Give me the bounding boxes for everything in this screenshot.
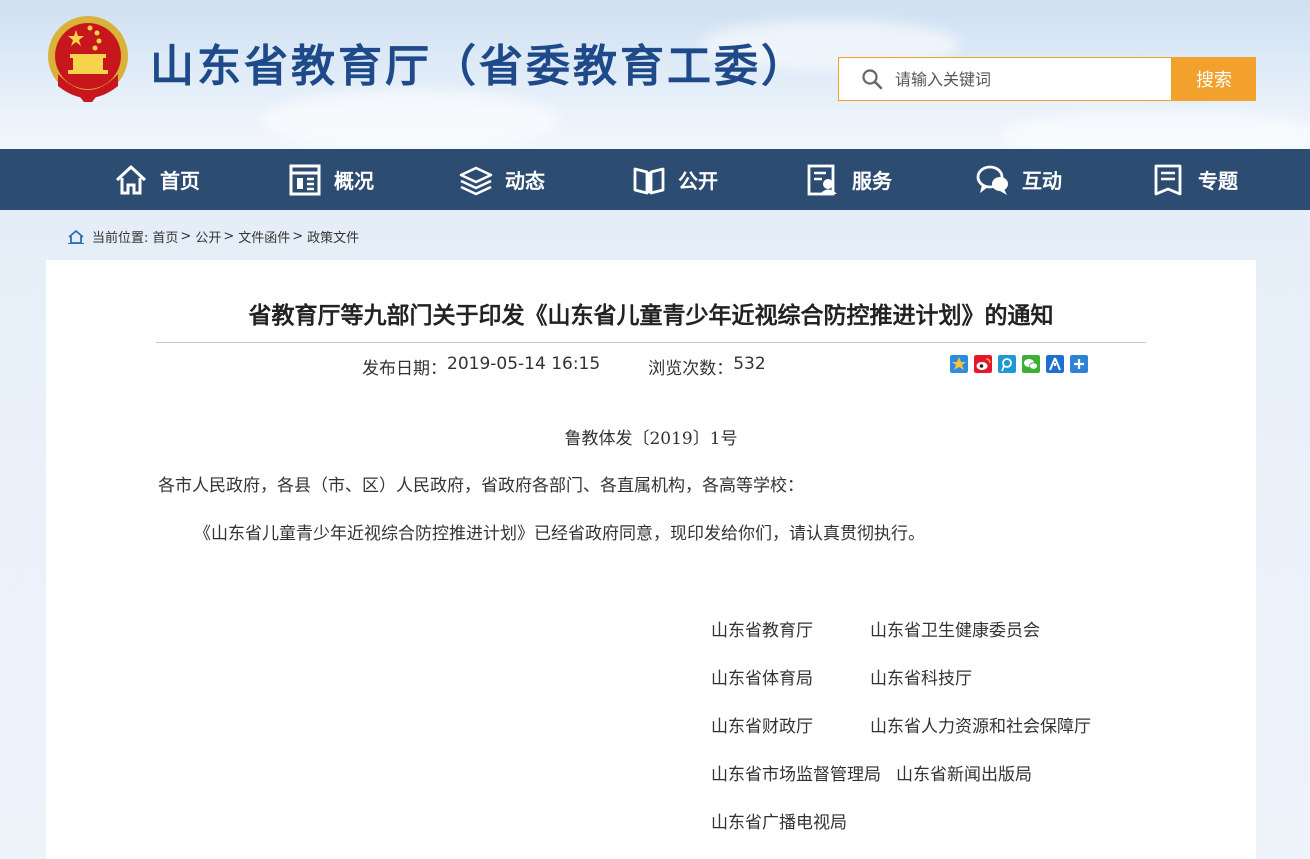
home-icon — [115, 165, 147, 194]
document-number: 鲁教体发〔2019〕1号 — [564, 429, 738, 449]
breadcrumb-policy-link[interactable]: 政策文件 — [307, 227, 359, 246]
nav-item-home[interactable]: 首页 — [114, 149, 200, 210]
signer-name: 山东省教育厅 — [711, 621, 813, 641]
nav-item-open[interactable]: 公开 — [632, 149, 718, 210]
nav-item-label: 概况 — [334, 169, 374, 193]
qzone-icon[interactable] — [950, 355, 968, 373]
more-share-icon[interactable] — [1070, 355, 1088, 373]
nav-item-topic[interactable]: 专题 — [1152, 149, 1238, 210]
search-box — [838, 57, 1172, 101]
share-bar — [950, 355, 1094, 373]
site-header: 山东省教育厅（省委教育工委） 搜索 — [0, 0, 1310, 149]
overview-icon — [289, 164, 321, 195]
breadcrumb-home-link[interactable]: 首页 — [152, 227, 178, 246]
nav-item-label: 互动 — [1022, 169, 1062, 193]
tencent-weibo-icon[interactable] — [998, 355, 1016, 373]
open-book-icon — [633, 167, 665, 194]
nav-item-news[interactable]: 动态 — [459, 149, 545, 210]
nav-item-service[interactable]: 服务 — [806, 149, 892, 210]
nav-item-overview[interactable]: 概况 — [288, 149, 374, 210]
article-card: 省教育厅等九部门关于印发《山东省儿童青少年近视综合防控推进计划》的通知 发布日期… — [46, 260, 1256, 859]
chat-bubble-icon — [976, 165, 1008, 195]
publish-date: 2019-05-14 16:15 — [447, 354, 601, 374]
search-button[interactable]: 搜索 — [1172, 57, 1256, 101]
breadcrumb-home-icon — [68, 229, 84, 244]
breadcrumb-separator: > — [180, 229, 192, 244]
renren-icon[interactable] — [1046, 355, 1064, 373]
nav-item-label: 动态 — [505, 169, 545, 193]
nav-item-label: 首页 — [160, 169, 200, 193]
breadcrumb-prefix: 当前位置: — [92, 231, 149, 246]
site-title: 山东省教育厅（省委教育工委） — [150, 41, 808, 92]
signer-name: 山东省体育局 — [711, 669, 813, 689]
wechat-icon[interactable] — [1022, 355, 1040, 373]
service-icon — [807, 164, 837, 195]
signer-name: 山东省新闻出版局 — [896, 765, 1032, 785]
signer-name: 山东省财政厅 — [711, 717, 813, 737]
signer-name: 山东省广播电视局 — [711, 813, 847, 833]
nav-item-interact[interactable]: 互动 — [976, 149, 1062, 210]
breadcrumb-separator: > — [223, 229, 235, 244]
signer-name: 山东省人力资源和社会保障厅 — [870, 717, 1091, 737]
nav-item-label: 服务 — [852, 169, 892, 193]
breadcrumb: 当前位置: 首页 > 公开 > 文件函件 > 政策文件 — [68, 227, 359, 246]
topic-doc-icon — [1154, 164, 1182, 195]
signer-name: 山东省科技厅 — [870, 669, 972, 689]
breadcrumb-open-link[interactable]: 公开 — [195, 227, 221, 246]
national-emblem-icon — [48, 16, 128, 102]
search-input[interactable] — [895, 69, 1145, 89]
signer-name: 山东省市场监督管理局 — [711, 765, 881, 785]
weibo-icon[interactable] — [974, 355, 992, 373]
cloud-decoration — [260, 90, 560, 149]
article-meta: 发布日期： 2019-05-14 16:15 浏览次数： 532 — [362, 354, 766, 379]
nav-item-label: 专题 — [1198, 169, 1238, 193]
publish-label: 发布日期： — [362, 359, 447, 379]
breadcrumb-separator: > — [292, 229, 304, 244]
main-nav: 首页 概况 动态 公开 服务 互动 专题 — [0, 149, 1310, 210]
search-icon — [862, 69, 883, 90]
recipients-line: 各市人民政府，各县（市、区）人民政府，省政府各部门、各直属机构，各高等学校： — [158, 476, 804, 496]
signer-name: 山东省卫生健康委员会 — [870, 621, 1040, 641]
views-label: 浏览次数： — [648, 359, 734, 379]
body-paragraph: 《山东省儿童青少年近视综合防控推进计划》已经省政府同意，现印发给你们，请认真贯彻… — [194, 524, 925, 544]
cloud-decoration — [1000, 110, 1310, 149]
views-count: 532 — [733, 354, 766, 374]
nav-item-label: 公开 — [678, 169, 718, 193]
news-stack-icon — [459, 166, 493, 195]
title-divider — [156, 342, 1146, 343]
article-title: 省教育厅等九部门关于印发《山东省儿童青少年近视综合防控推进计划》的通知 — [248, 303, 1054, 329]
breadcrumb-letters-link[interactable]: 文件函件 — [238, 227, 290, 246]
